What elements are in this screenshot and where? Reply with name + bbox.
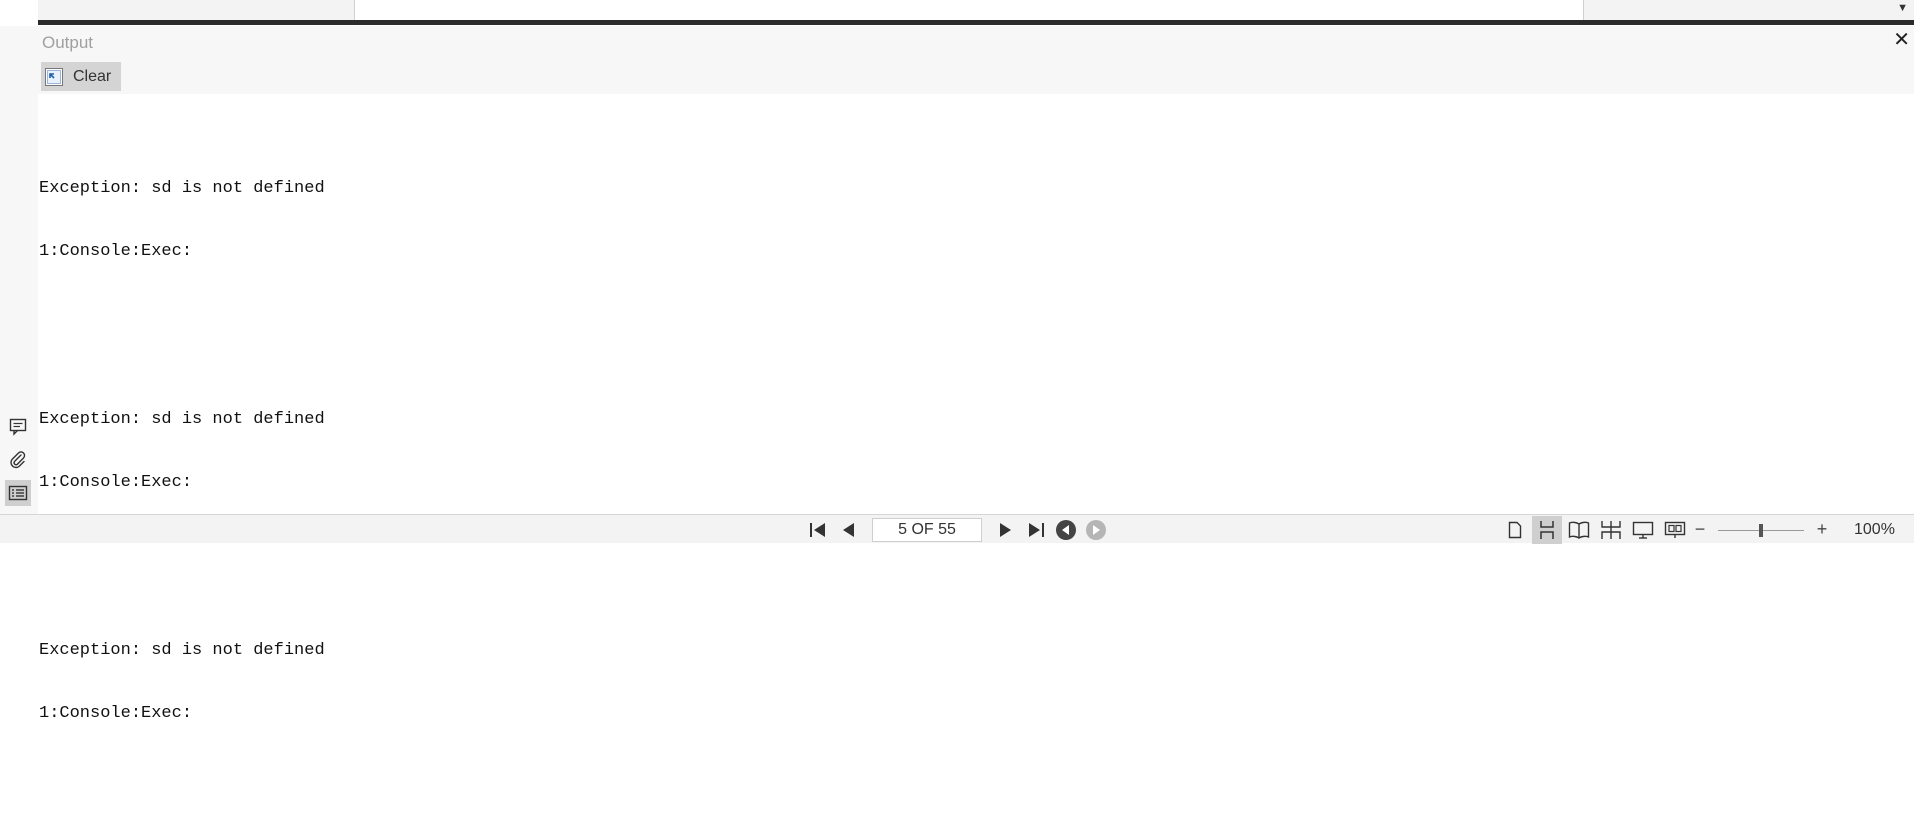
log-list: Exception: sd is not defined 1:Console:E… — [38, 94, 1914, 829]
page-indicator[interactable]: 5 OF 55 — [872, 517, 982, 542]
page-navigation: 5 OF 55 — [806, 515, 1108, 544]
panel-splitter[interactable] — [38, 20, 1914, 25]
clear-icon — [45, 67, 63, 86]
zoom-slider-thumb[interactable] — [1759, 523, 1763, 537]
output-panel-header: Output ✕ Clear — [38, 26, 1914, 94]
log-entry: Exception: sd is not defined 1:Console:E… — [39, 367, 1914, 535]
presentation-icon[interactable] — [1628, 516, 1658, 544]
top-strip: ▼ — [0, 0, 1914, 26]
log-entry: Exception: sd is not defined 1:Console:E… — [39, 136, 1914, 304]
two-page-continuous-icon[interactable] — [1596, 516, 1626, 544]
output-panel-icon[interactable] — [5, 480, 31, 506]
top-cell-3[interactable] — [1584, 0, 1914, 20]
top-cell-2[interactable] — [355, 0, 1584, 20]
last-page-icon[interactable] — [1024, 518, 1048, 542]
top-table-row — [38, 0, 1914, 20]
previous-page-icon[interactable] — [836, 518, 860, 542]
log-source: 1:Console:Exec: — [39, 242, 193, 261]
output-panel-title: Output — [42, 33, 94, 52]
page-indicator-text: 5 OF 55 — [898, 520, 956, 538]
continuous-icon[interactable] — [1532, 515, 1562, 544]
first-page-icon[interactable] — [806, 518, 830, 542]
zoom-in-button[interactable]: + — [1814, 519, 1830, 540]
log-message: Exception: sd is not defined — [39, 410, 325, 429]
clear-button[interactable]: Clear — [41, 62, 121, 91]
clear-button-label: Clear — [73, 67, 112, 85]
log-source: 1:Console:Exec: — [39, 473, 193, 492]
dropdown-arrow-icon[interactable]: ▼ — [1897, 2, 1908, 14]
single-page-icon[interactable] — [1500, 516, 1530, 544]
zoom-control: − + 100% — [1692, 515, 1895, 544]
log-message: Exception: sd is not defined — [39, 179, 325, 198]
log-entry: Exception: sd is not defined 1:Console:E… — [39, 598, 1914, 766]
top-cell-1[interactable] — [38, 0, 355, 20]
slideshow-icon[interactable] — [1660, 516, 1690, 544]
left-sidebar — [0, 26, 38, 515]
view-mode-group — [1500, 515, 1690, 544]
next-page-icon[interactable] — [994, 518, 1018, 542]
log-source: 1:Console:Exec: — [39, 704, 193, 723]
zoom-slider[interactable] — [1718, 520, 1804, 540]
zoom-out-button[interactable]: − — [1692, 519, 1708, 540]
output-console[interactable]: Exception: sd is not defined 1:Console:E… — [38, 94, 1914, 723]
forward-icon[interactable] — [1084, 518, 1108, 542]
status-bar: 5 OF 55 − + 100% — [0, 514, 1914, 544]
two-page-icon[interactable] — [1564, 516, 1594, 544]
log-message: Exception: sd is not defined — [39, 641, 325, 660]
attachment-icon[interactable] — [5, 447, 31, 473]
comment-icon[interactable] — [5, 414, 31, 440]
back-icon[interactable] — [1054, 518, 1078, 542]
zoom-value: 100% — [1854, 520, 1895, 538]
close-icon[interactable]: ✕ — [1893, 30, 1910, 50]
